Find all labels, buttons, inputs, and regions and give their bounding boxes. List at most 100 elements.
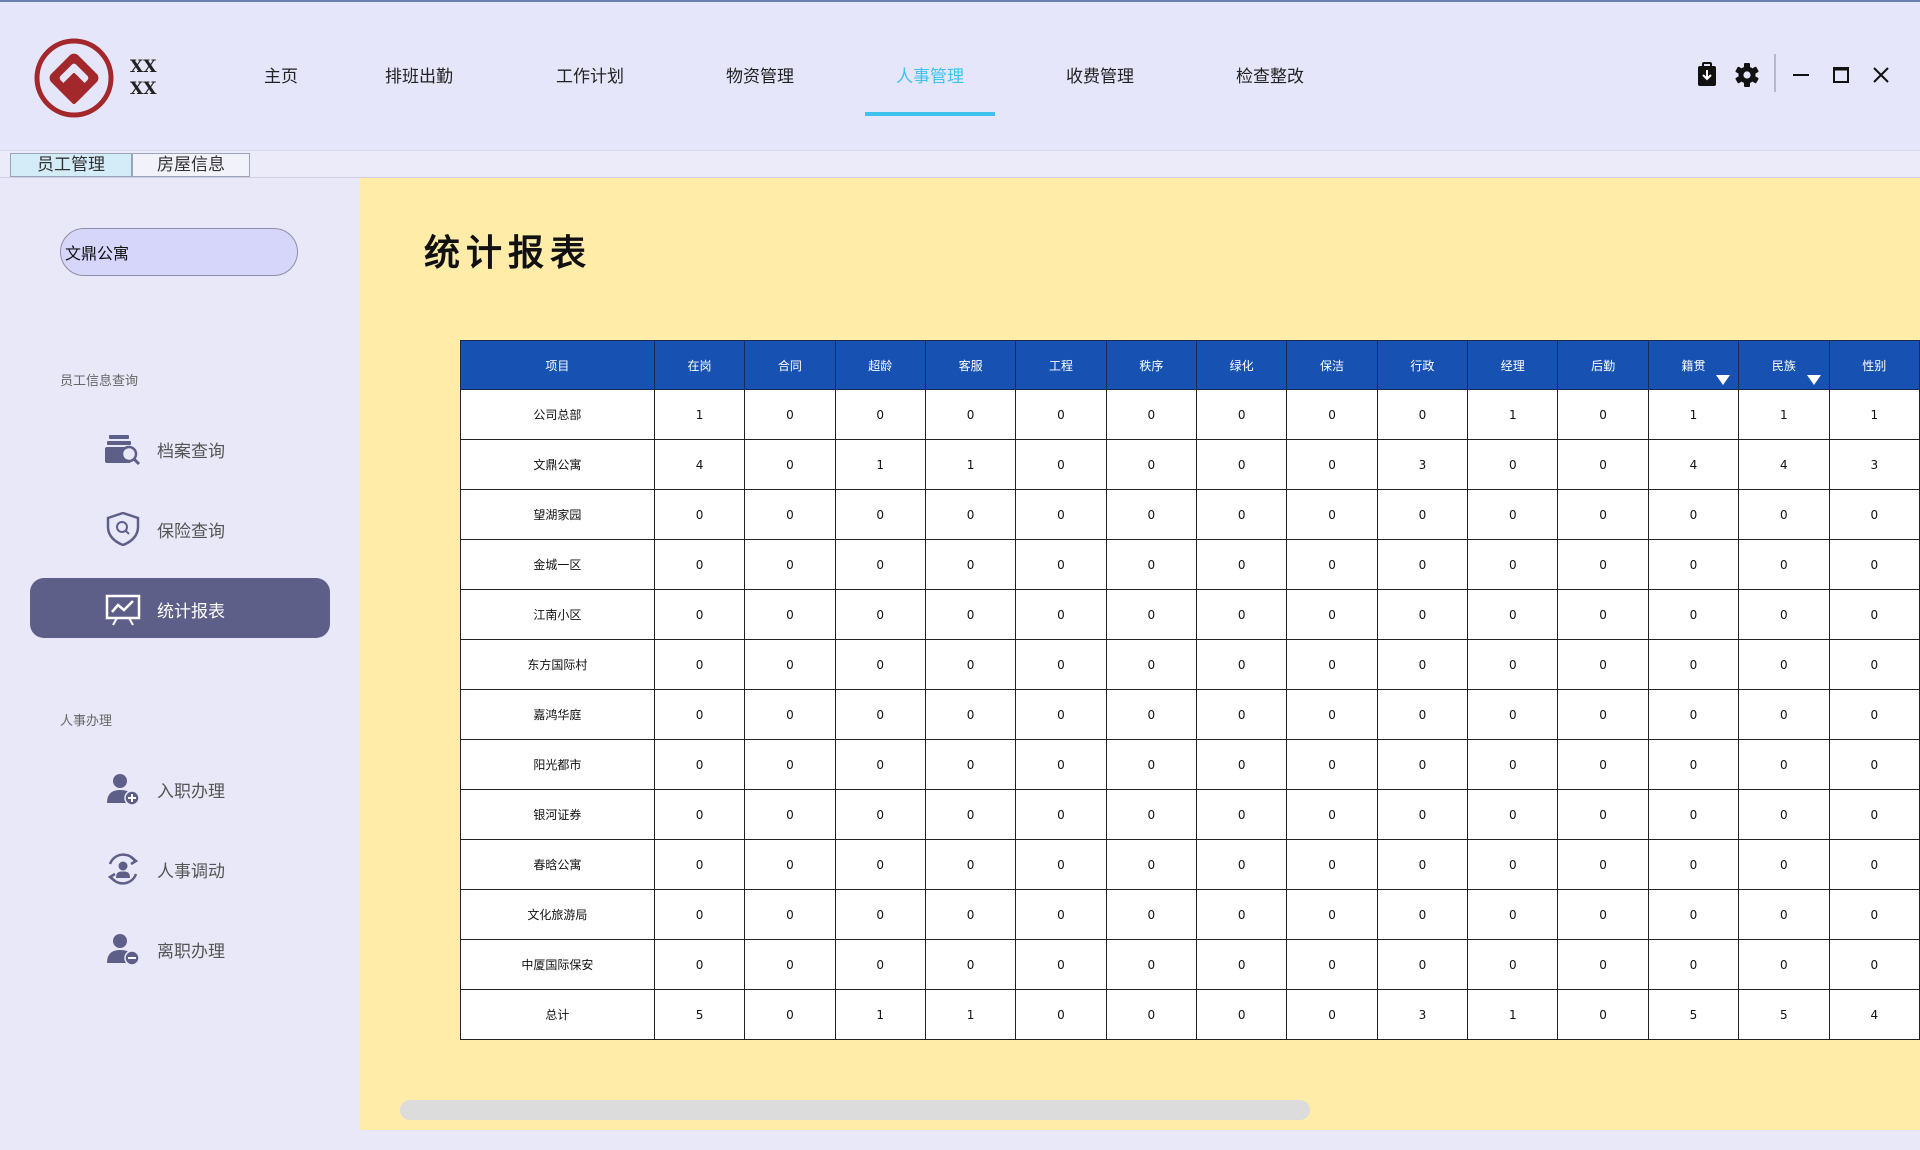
column-header[interactable]: 客服 — [924, 340, 1017, 390]
column-header[interactable]: 秩序 — [1105, 340, 1198, 390]
table-cell: 0 — [924, 939, 1017, 990]
table-cell: 0 — [1647, 589, 1740, 640]
column-header-label: 行政 — [1410, 358, 1435, 373]
row-label-cell: 总计 — [460, 989, 655, 1040]
table-cell: 0 — [1738, 739, 1830, 790]
column-header[interactable]: 在岗 — [653, 340, 746, 390]
column-header[interactable]: 保洁 — [1286, 340, 1378, 390]
table-row: 阳光都市 0 0 0 0 0 0 0 0 0 0 0 0 0 0 — [460, 739, 1920, 790]
nav-home[interactable]: 主页 — [264, 62, 298, 87]
table-cell: 0 — [1647, 839, 1740, 890]
table-cell: 0 — [1376, 889, 1469, 940]
sidebar-item-insurance-query[interactable]: 保险查询 — [30, 498, 330, 558]
table-cell: 0 — [744, 389, 836, 440]
sidebar-item-offboarding[interactable]: 离职办理 — [30, 918, 330, 978]
table-cell: 1 — [653, 389, 746, 440]
shield-search-icon — [106, 512, 140, 546]
column-header[interactable]: 后勤 — [1557, 340, 1649, 390]
table-cell: 0 — [924, 489, 1017, 540]
table-row: 东方国际村 0 0 0 0 0 0 0 0 0 0 0 0 0 0 — [460, 639, 1920, 690]
table-cell: 5 — [653, 989, 746, 1040]
page-title: 统计报表 — [424, 232, 593, 274]
column-header[interactable]: 籍贯 — [1647, 340, 1740, 390]
table-row: 嘉鸿华庭 0 0 0 0 0 0 0 0 0 0 0 0 0 0 — [460, 689, 1920, 740]
table-cell: 0 — [1015, 489, 1107, 540]
table-cell: 0 — [924, 739, 1017, 790]
nav-shift-attendance[interactable]: 排班出勤 — [385, 62, 453, 87]
table-cell: 0 — [1195, 539, 1288, 590]
column-header-label: 保洁 — [1320, 358, 1345, 373]
row-label-cell: 嘉鸿华庭 — [460, 689, 655, 740]
column-header[interactable]: 经理 — [1467, 340, 1559, 390]
table-cell: 0 — [1286, 789, 1378, 840]
column-header[interactable]: 行政 — [1376, 340, 1469, 390]
minimize-icon[interactable] — [1786, 60, 1816, 90]
table-cell: 0 — [1286, 389, 1378, 440]
close-icon[interactable] — [1866, 60, 1896, 90]
nav-personnel[interactable]: 人事管理 — [896, 62, 964, 87]
column-header-label: 绿化 — [1229, 358, 1254, 373]
sidebar-item-statistics-report[interactable]: 统计报表 — [30, 578, 330, 638]
table-cell: 4 — [1738, 439, 1830, 490]
table-cell: 3 — [1376, 989, 1469, 1040]
filter-dropdown-icon[interactable] — [1716, 375, 1731, 385]
horizontal-scrollbar[interactable] — [400, 1100, 1310, 1120]
table-cell: 0 — [1286, 639, 1378, 690]
column-header[interactable]: 工程 — [1015, 340, 1107, 390]
table-cell: 0 — [1195, 689, 1288, 740]
tab-housing-info[interactable]: 房屋信息 — [132, 153, 250, 177]
table-cell: 0 — [1376, 789, 1469, 840]
table-cell: 0 — [1105, 489, 1198, 540]
sidebar-item-onboarding[interactable]: 入职办理 — [30, 758, 330, 818]
company-name-line2: XX — [130, 79, 157, 99]
table-cell: 0 — [653, 739, 746, 790]
table-cell: 0 — [834, 389, 926, 440]
table-cell: 0 — [1647, 689, 1740, 740]
table-cell: 0 — [1738, 889, 1830, 940]
column-header[interactable]: 合同 — [744, 340, 836, 390]
table-cell: 0 — [1286, 839, 1378, 890]
table-cell: 0 — [744, 439, 836, 490]
table-cell: 0 — [1467, 939, 1559, 990]
nav-billing[interactable]: 收费管理 — [1066, 62, 1134, 87]
tab-employee-management[interactable]: 员工管理 — [10, 153, 132, 177]
column-header[interactable]: 超龄 — [834, 340, 926, 390]
nav-supplies[interactable]: 物资管理 — [726, 62, 794, 87]
table-cell: 0 — [744, 939, 836, 990]
table-cell: 0 — [924, 639, 1017, 690]
gear-icon[interactable] — [1732, 60, 1762, 90]
table-cell: 0 — [1015, 639, 1107, 690]
sidebar-item-archive-query[interactable]: 档案查询 — [30, 418, 330, 478]
table-cell: 0 — [1467, 789, 1559, 840]
column-header[interactable]: 绿化 — [1195, 340, 1288, 390]
nav-work-plan[interactable]: 工作计划 — [556, 62, 624, 87]
table-cell: 0 — [653, 489, 746, 540]
company-logo — [34, 38, 114, 118]
download-icon[interactable] — [1692, 60, 1722, 90]
property-search-input[interactable] — [60, 228, 298, 276]
nav-inspection[interactable]: 检查整改 — [1236, 62, 1304, 87]
maximize-icon[interactable] — [1826, 60, 1856, 90]
column-header[interactable]: 民族 — [1738, 340, 1830, 390]
row-label-cell: 文鼎公寓 — [460, 439, 655, 490]
table-cell: 0 — [744, 689, 836, 740]
table-cell: 0 — [1105, 589, 1198, 640]
table-cell: 0 — [653, 539, 746, 590]
table-cell: 0 — [653, 639, 746, 690]
report-content: 统计报表 项目 在岗 合同 超龄 客服 工程 秩序 绿化 保洁 行政 经理 后勤 籍贯 民族 性别 公司总部… — [360, 178, 1920, 1130]
table-cell: 0 — [744, 989, 836, 1040]
table-cell: 0 — [1467, 589, 1559, 640]
filter-dropdown-icon[interactable] — [1806, 375, 1821, 385]
table-cell: 0 — [1105, 389, 1198, 440]
sidebar-item-personnel-transfer[interactable]: 人事调动 — [30, 838, 330, 898]
table-cell: 0 — [1195, 489, 1288, 540]
column-header[interactable]: 项目 — [460, 340, 655, 390]
table-cell: 0 — [1557, 539, 1649, 590]
table-cell: 0 — [924, 889, 1017, 940]
sidebar-item-label: 人事调动 — [157, 862, 225, 882]
table-cell: 1 — [834, 989, 926, 1040]
column-header[interactable]: 性别 — [1828, 340, 1920, 390]
table-cell: 0 — [1105, 939, 1198, 990]
table-cell: 0 — [1557, 639, 1649, 690]
table-cell: 0 — [653, 939, 746, 990]
